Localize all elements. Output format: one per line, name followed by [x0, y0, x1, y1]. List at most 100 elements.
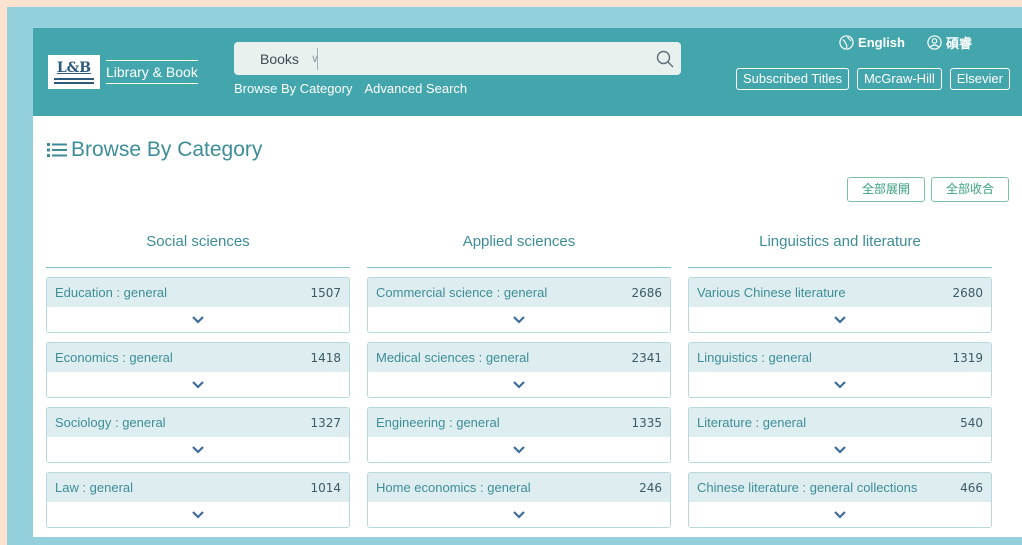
category-header[interactable]: Law : general 1014 [47, 473, 349, 502]
category-card[interactable]: Home economics : general 246 [367, 472, 671, 528]
chevron-down-icon [834, 315, 846, 324]
column-title: Linguistics and literature [688, 228, 992, 268]
category-count: 1014 [310, 480, 341, 495]
chevron-down-icon [192, 510, 204, 519]
category-header[interactable]: Sociology : general 1327 [47, 408, 349, 437]
collapse-all-button[interactable]: 全部收合 [930, 177, 1009, 202]
category-card[interactable]: Economics : general 1418 [46, 342, 350, 398]
logo-badge: L&B [48, 55, 100, 89]
category-card[interactable]: Medical sciences : general 2341 [367, 342, 671, 398]
expand-controls: 全部展開 全部收合 [846, 177, 1009, 202]
category-name: Education : general [55, 285, 168, 300]
column-title: Social sciences [46, 228, 350, 268]
expand-toggle[interactable] [368, 372, 670, 397]
category-header[interactable]: Various Chinese literature 2680 [689, 278, 991, 307]
globe-icon [839, 35, 854, 50]
logo-badge-text: L&B [56, 60, 92, 76]
category-card[interactable]: Engineering : general 1335 [367, 407, 671, 463]
list-icon [47, 143, 67, 157]
page-title-text: Browse By Category [71, 138, 263, 161]
expand-toggle[interactable] [368, 502, 670, 527]
category-count: 540 [960, 415, 983, 430]
category-header[interactable]: Literature : general 540 [689, 408, 991, 437]
expand-toggle[interactable] [47, 502, 349, 527]
category-header[interactable]: Linguistics : general 1319 [689, 343, 991, 372]
category-header[interactable]: Economics : general 1418 [47, 343, 349, 372]
user-name: 碩睿 [945, 36, 972, 51]
category-count: 1319 [952, 350, 983, 365]
browse-by-category-link[interactable]: Browse By Category [234, 81, 353, 96]
expand-toggle[interactable] [47, 307, 349, 332]
chevron-down-icon [513, 445, 525, 454]
category-name: Sociology : general [55, 415, 166, 430]
category-count: 466 [960, 480, 983, 495]
category-count: 2686 [631, 285, 662, 300]
category-count: 1335 [631, 415, 662, 430]
chevron-down-icon [513, 315, 525, 324]
header: L&B Library & Book Books ∨ Browse By Cat… [33, 28, 1022, 116]
category-header[interactable]: Medical sciences : general 2341 [368, 343, 670, 372]
expand-all-button[interactable]: 全部展開 [846, 177, 925, 202]
category-name: Various Chinese literature [697, 285, 846, 300]
category-card[interactable]: Law : general 1014 [46, 472, 350, 528]
user-menu[interactable]: 碩睿 [927, 33, 972, 52]
top-right-menu: English 碩睿 [839, 33, 972, 52]
category-card[interactable]: Various Chinese literature 2680 [688, 277, 992, 333]
user-icon [927, 35, 942, 50]
category-name: Medical sciences : general [376, 350, 530, 365]
publisher-buttons: Subscribed Titles McGraw-Hill Elsevier [735, 68, 1010, 90]
category-count: 2680 [952, 285, 983, 300]
language-switch[interactable]: English [839, 35, 905, 50]
chevron-down-icon [834, 510, 846, 519]
logo-text: Library & Book [106, 60, 198, 84]
elsevier-button[interactable]: Elsevier [949, 68, 1010, 90]
header-links: Browse By Category Advanced Search [234, 81, 467, 96]
category-header[interactable]: Chinese literature : general collections… [689, 473, 991, 502]
expand-toggle[interactable] [368, 437, 670, 462]
mcgraw-hill-button[interactable]: McGraw-Hill [856, 68, 942, 90]
category-card[interactable]: Education : general 1507 [46, 277, 350, 333]
category-header[interactable]: Commercial science : general 2686 [368, 278, 670, 307]
category-columns: Social sciences Education : general 1507 … [46, 228, 1009, 528]
expand-toggle[interactable] [689, 437, 991, 462]
search-icon[interactable] [649, 42, 681, 75]
category-count: 1327 [310, 415, 341, 430]
category-header[interactable]: Education : general 1507 [47, 278, 349, 307]
expand-toggle[interactable] [689, 307, 991, 332]
search-bar: Books ∨ [234, 42, 681, 75]
category-name: Law : general [55, 480, 134, 495]
category-column: Linguistics and literature Various Chine… [688, 228, 992, 528]
column-title: Applied sciences [367, 228, 671, 268]
category-name: Chinese literature : general collections [697, 480, 918, 495]
expand-toggle[interactable] [47, 372, 349, 397]
category-name: Literature : general [697, 415, 807, 430]
category-card[interactable]: Chinese literature : general collections… [688, 472, 992, 528]
expand-toggle[interactable] [689, 372, 991, 397]
category-name: Linguistics : general [697, 350, 812, 365]
category-card[interactable]: Sociology : general 1327 [46, 407, 350, 463]
subscribed-titles-button[interactable]: Subscribed Titles [735, 68, 849, 90]
search-input[interactable] [318, 42, 649, 75]
category-count: 1507 [310, 285, 341, 300]
category-name: Home economics : general [376, 480, 531, 495]
category-count: 246 [639, 480, 662, 495]
expand-toggle[interactable] [689, 502, 991, 527]
search-scope-value: Books [260, 50, 299, 67]
category-header[interactable]: Engineering : general 1335 [368, 408, 670, 437]
page-title: Browse By Category [47, 138, 262, 162]
category-name: Engineering : general [376, 415, 500, 430]
advanced-search-link[interactable]: Advanced Search [365, 81, 468, 96]
site-logo[interactable]: L&B Library & Book [48, 55, 198, 89]
expand-toggle[interactable] [47, 437, 349, 462]
chevron-down-icon [192, 445, 204, 454]
chevron-down-icon [834, 380, 846, 389]
category-card[interactable]: Literature : general 540 [688, 407, 992, 463]
search-scope-select[interactable]: Books ∨ [234, 47, 319, 70]
category-count: 1418 [310, 350, 341, 365]
expand-toggle[interactable] [368, 307, 670, 332]
chevron-down-icon [192, 315, 204, 324]
category-card[interactable]: Commercial science : general 2686 [367, 277, 671, 333]
chevron-down-icon [192, 380, 204, 389]
category-card[interactable]: Linguistics : general 1319 [688, 342, 992, 398]
category-header[interactable]: Home economics : general 246 [368, 473, 670, 502]
